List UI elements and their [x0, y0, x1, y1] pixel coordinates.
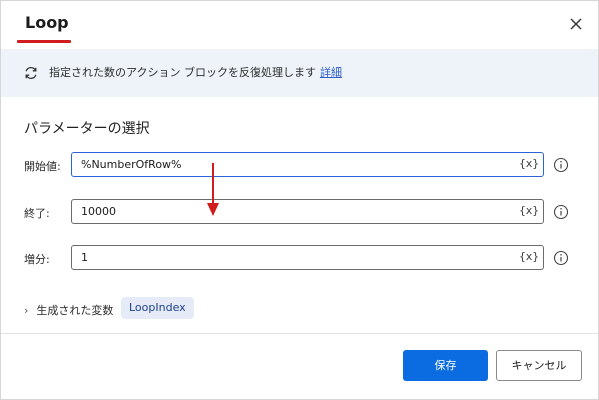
- info-icon[interactable]: [553, 204, 569, 220]
- loop-index-chip[interactable]: LoopIndex: [121, 297, 194, 319]
- generated-variables-label: 生成された変数: [36, 304, 114, 317]
- banner-text: 指定された数のアクション ブロックを反復処理します 詳細: [49, 64, 342, 80]
- close-icon: [570, 18, 582, 30]
- chevron-right-icon: ›: [24, 304, 29, 317]
- increment-value-text: 1: [81, 251, 88, 264]
- start-value-text: %NumberOfRow%: [81, 158, 182, 171]
- end-label: 終了:: [24, 207, 50, 220]
- end-variable-button[interactable]: {x}: [519, 204, 539, 217]
- end-value-text: 10000: [81, 205, 116, 218]
- save-button[interactable]: 保存: [403, 350, 488, 381]
- generated-variables-toggle[interactable]: › 生成された変数: [24, 302, 113, 318]
- refresh-loop-icon: [25, 67, 37, 79]
- dialog-title: Loop: [25, 13, 69, 32]
- increment-variable-button[interactable]: {x}: [519, 250, 539, 263]
- end-input[interactable]: 10000 {x}: [71, 199, 544, 224]
- title-underline-annotation: [17, 40, 71, 43]
- details-link[interactable]: 詳細: [320, 66, 342, 79]
- footer-divider: [1, 333, 598, 334]
- close-button[interactable]: [566, 14, 586, 34]
- start-value-variable-button[interactable]: {x}: [519, 157, 539, 170]
- start-value-input[interactable]: %NumberOfRow% {x}: [71, 152, 544, 177]
- increment-label: 増分:: [24, 253, 50, 266]
- section-title: パラメーターの選択: [24, 121, 150, 137]
- info-icon[interactable]: [553, 250, 569, 266]
- start-value-label: 開始値:: [24, 160, 61, 173]
- info-icon[interactable]: [553, 157, 569, 173]
- loop-dialog: Loop 指定された数のアクション ブロックを反復処理します 詳細 パラメーターの…: [0, 0, 599, 400]
- increment-input[interactable]: 1 {x}: [71, 245, 544, 270]
- cancel-button[interactable]: キャンセル: [496, 350, 582, 381]
- info-banner: 指定された数のアクション ブロックを反復処理します 詳細: [1, 49, 598, 97]
- banner-description: 指定された数のアクション ブロックを反復処理します: [49, 66, 316, 79]
- annotation-arrow: [207, 163, 219, 216]
